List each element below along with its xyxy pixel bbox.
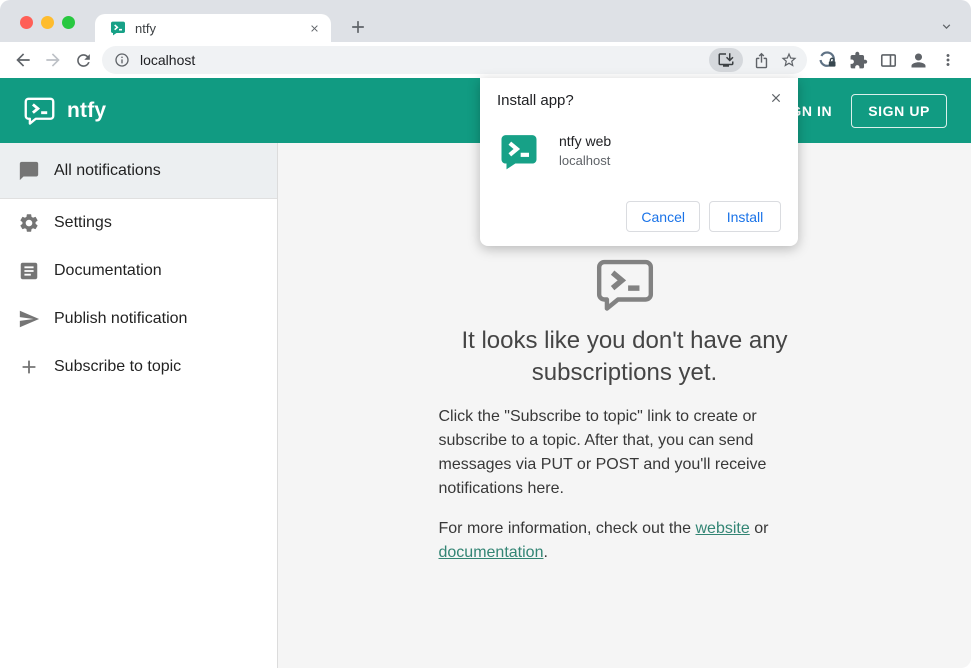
install-app-dialog: Install app? ntfy web localhost Cancel I…: [480, 78, 798, 246]
ntfy-favicon-icon: [110, 20, 126, 36]
dialog-buttons: Cancel Install: [626, 201, 781, 232]
sidebar-item-label: Subscribe to topic: [54, 358, 182, 375]
browser-window: ntfy localhost ntfy SIGN IN SIGN UP All …: [0, 0, 971, 668]
reload-icon[interactable]: [68, 45, 98, 75]
dialog-title: Install app?: [497, 92, 574, 109]
empty-state-heading: It looks like you don't have any subscri…: [461, 327, 788, 386]
back-icon[interactable]: [8, 45, 38, 75]
traffic-lights: [20, 16, 75, 29]
site-info-icon[interactable]: [114, 52, 130, 68]
browser-tab[interactable]: ntfy: [95, 14, 331, 42]
privacy-extension-icon[interactable]: [813, 45, 843, 75]
address-bar[interactable]: localhost: [102, 46, 807, 74]
ntfy-app-icon: [499, 131, 539, 171]
sidebar-item-all-notifications[interactable]: All notifications: [0, 143, 277, 199]
share-icon[interactable]: [747, 47, 775, 73]
dialog-close-icon[interactable]: [765, 87, 787, 109]
article-icon: [18, 260, 40, 282]
sidebar-item-label: All notifications: [54, 161, 161, 179]
empty-state-paragraph: Click the "Subscribe to topic" link to c…: [438, 408, 767, 497]
minimize-window-button[interactable]: [41, 16, 54, 29]
menu-kebab-icon[interactable]: [933, 45, 963, 75]
close-window-button[interactable]: [20, 16, 33, 29]
install-app-icon[interactable]: [709, 48, 743, 72]
sidebar-item-publish-notification[interactable]: Publish notification: [0, 295, 277, 343]
new-tab-button[interactable]: [344, 13, 372, 41]
website-link[interactable]: website: [696, 520, 750, 537]
sidebar: All notifications Settings Documentation: [0, 143, 278, 668]
bookmark-star-icon[interactable]: [775, 47, 803, 73]
sign-up-button[interactable]: SIGN UP: [851, 93, 947, 128]
send-icon: [18, 308, 40, 330]
plus-icon: [18, 356, 40, 378]
extensions-puzzle-icon[interactable]: [843, 45, 873, 75]
ntfy-empty-state-icon: [596, 259, 653, 311]
empty-state-links-paragraph: For more information, check out the webs…: [438, 520, 769, 561]
url-text[interactable]: localhost: [140, 52, 709, 68]
tab-strip: ntfy: [0, 0, 971, 42]
profile-avatar-icon[interactable]: [903, 45, 933, 75]
install-button[interactable]: Install: [709, 201, 781, 232]
tab-close-icon[interactable]: [305, 19, 323, 37]
dialog-app-row: ntfy web localhost: [499, 131, 611, 171]
zoom-window-button[interactable]: [62, 16, 75, 29]
cancel-button[interactable]: Cancel: [626, 201, 700, 232]
documentation-link[interactable]: documentation: [439, 544, 544, 561]
sidebar-item-subscribe-to-topic[interactable]: Subscribe to topic: [0, 343, 277, 391]
sidebar-item-settings[interactable]: Settings: [0, 199, 277, 247]
sidebar-item-label: Publish notification: [54, 310, 188, 327]
sidebar-item-documentation[interactable]: Documentation: [0, 247, 277, 295]
brand-title: ntfy: [67, 98, 107, 122]
browser-toolbar: localhost: [0, 42, 971, 78]
dialog-app-origin: localhost: [559, 153, 611, 168]
ntfy-logo-icon: [23, 94, 56, 127]
sidebar-item-label: Documentation: [54, 262, 162, 279]
dialog-app-name: ntfy web: [559, 133, 612, 149]
chat-icon: [18, 160, 40, 182]
tab-search-chevron-icon[interactable]: [936, 16, 956, 36]
side-panel-icon[interactable]: [873, 45, 903, 75]
sidebar-item-label: Settings: [54, 214, 112, 231]
tab-title: ntfy: [135, 20, 156, 36]
gear-icon: [18, 212, 40, 234]
forward-icon[interactable]: [38, 45, 68, 75]
